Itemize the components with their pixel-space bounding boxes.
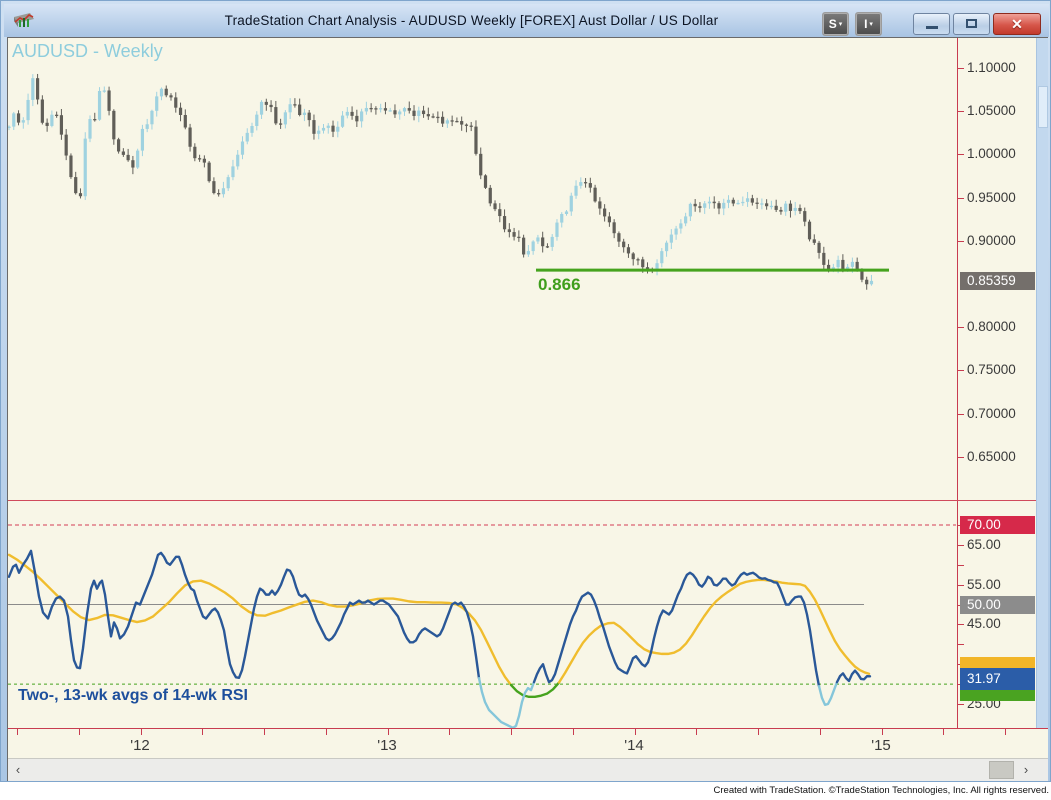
axis-label: 0.75000: [958, 362, 1037, 378]
time-axis-tick: [141, 729, 142, 735]
screenshot-root: TradeStation Chart Analysis - AUDUSD Wee…: [0, 0, 1051, 800]
year-label: '15: [851, 737, 911, 754]
title-bar: TradeStation Chart Analysis - AUDUSD Wee…: [4, 4, 1049, 37]
axis-tick: [958, 585, 964, 586]
panel-separator: [8, 500, 1036, 501]
dropdown-arrow-icon: ▾: [869, 20, 873, 28]
axis-label: 0.70000: [958, 406, 1037, 422]
time-axis-tick: [326, 729, 327, 735]
axis-tick: [958, 370, 964, 371]
app-icon[interactable]: [13, 11, 35, 30]
tradestation-window: TradeStation Chart Analysis - AUDUSD Wee…: [0, 0, 1051, 782]
axis-label: 1.00000: [958, 146, 1037, 162]
axis-tick: [958, 414, 964, 415]
status-line-button[interactable]: S▾: [822, 12, 849, 36]
maximize-button[interactable]: [953, 13, 990, 35]
time-axis-tick: [635, 729, 636, 735]
time-axis-tick: [1005, 729, 1006, 735]
window-buttons: S▾ I▾ ✕: [822, 12, 1041, 35]
axis-label: 65.00: [958, 537, 1037, 553]
year-label: '12: [110, 737, 170, 754]
axis-tick: [958, 154, 964, 155]
axis-tick-row: [958, 557, 1037, 573]
axis-tick: [958, 327, 964, 328]
scroll-left-arrow-icon[interactable]: ‹: [10, 762, 26, 778]
time-axis-tick: [882, 729, 883, 735]
time-axis-tick: [573, 729, 574, 735]
window-title: TradeStation Chart Analysis - AUDUSD Wee…: [124, 4, 819, 37]
time-axis-tick: [264, 729, 265, 735]
last-price-badge: 0.85359: [960, 272, 1035, 290]
time-axis-tick: [943, 729, 944, 735]
scroll-right-arrow-icon[interactable]: ›: [1018, 762, 1034, 778]
axis-tick: [958, 198, 964, 199]
vertical-scrollbar[interactable]: [1036, 38, 1048, 758]
support-line-label: 0.866: [538, 275, 581, 294]
symbol-label: AUDUSD - Weekly: [12, 41, 163, 62]
year-label: '13: [357, 737, 417, 754]
indicator-legend: Two-, 13-wk avgs of 14-wk RSI: [18, 687, 248, 705]
axis-tick: [958, 68, 964, 69]
indicator-value-badge: 31.97: [960, 668, 1035, 690]
axis-tick-row: [958, 636, 1037, 652]
axis-label: 0.65000: [958, 449, 1037, 465]
time-axis-tick: [388, 729, 389, 735]
axis-label: 1.10000: [958, 60, 1037, 76]
time-axis-tick: [696, 729, 697, 735]
close-icon: ✕: [1011, 17, 1023, 31]
time-axis[interactable]: '12 '13 '14 '15: [8, 728, 1048, 758]
time-axis-tick: [79, 729, 80, 735]
dropdown-arrow-icon: ▾: [839, 20, 843, 28]
close-button[interactable]: ✕: [993, 13, 1041, 35]
vertical-scrollbar-thumb[interactable]: [1038, 86, 1048, 128]
price-axis[interactable]: 1.10000 1.05000 1.00000 0.95000 0.90000 0.800…: [957, 38, 1036, 728]
rsi-level-badge: 50.00: [960, 596, 1035, 614]
chart-plot-area[interactable]: 0.866: [8, 38, 957, 728]
axis-label: 1.05000: [958, 103, 1037, 119]
year-label: '14: [604, 737, 664, 754]
time-axis-tick: [820, 729, 821, 735]
indicator-button[interactable]: I▾: [855, 12, 882, 36]
rsi-level-badge: 70.00: [960, 516, 1035, 534]
minimize-icon: [926, 26, 938, 29]
time-axis-tick: [202, 729, 203, 735]
horizontal-scrollbar-thumb[interactable]: [989, 761, 1014, 779]
axis-label: 45.00: [958, 616, 1037, 632]
axis-label: 0.90000: [958, 233, 1037, 249]
axis-label: 0.80000: [958, 319, 1037, 335]
axis-tick: [958, 644, 964, 645]
time-axis-tick: [449, 729, 450, 735]
maximize-icon: [966, 19, 977, 28]
axis-tick: [958, 704, 964, 705]
horizontal-scrollbar[interactable]: ‹ ›: [8, 758, 1048, 781]
minimize-button[interactable]: [913, 13, 950, 35]
candles-layer: [8, 74, 873, 290]
axis-tick: [958, 545, 964, 546]
axis-tick: [958, 624, 964, 625]
axis-tick: [958, 241, 964, 242]
axis-label: 55.00: [958, 577, 1037, 593]
time-axis-tick: [511, 729, 512, 735]
axis-tick: [958, 457, 964, 458]
axis-tick: [958, 565, 964, 566]
copyright-text: Created with TradeStation. ©TradeStation…: [714, 785, 1049, 796]
time-axis-tick: [758, 729, 759, 735]
axis-label: 0.95000: [958, 190, 1037, 206]
axis-tick: [958, 111, 964, 112]
time-axis-tick: [17, 729, 18, 735]
